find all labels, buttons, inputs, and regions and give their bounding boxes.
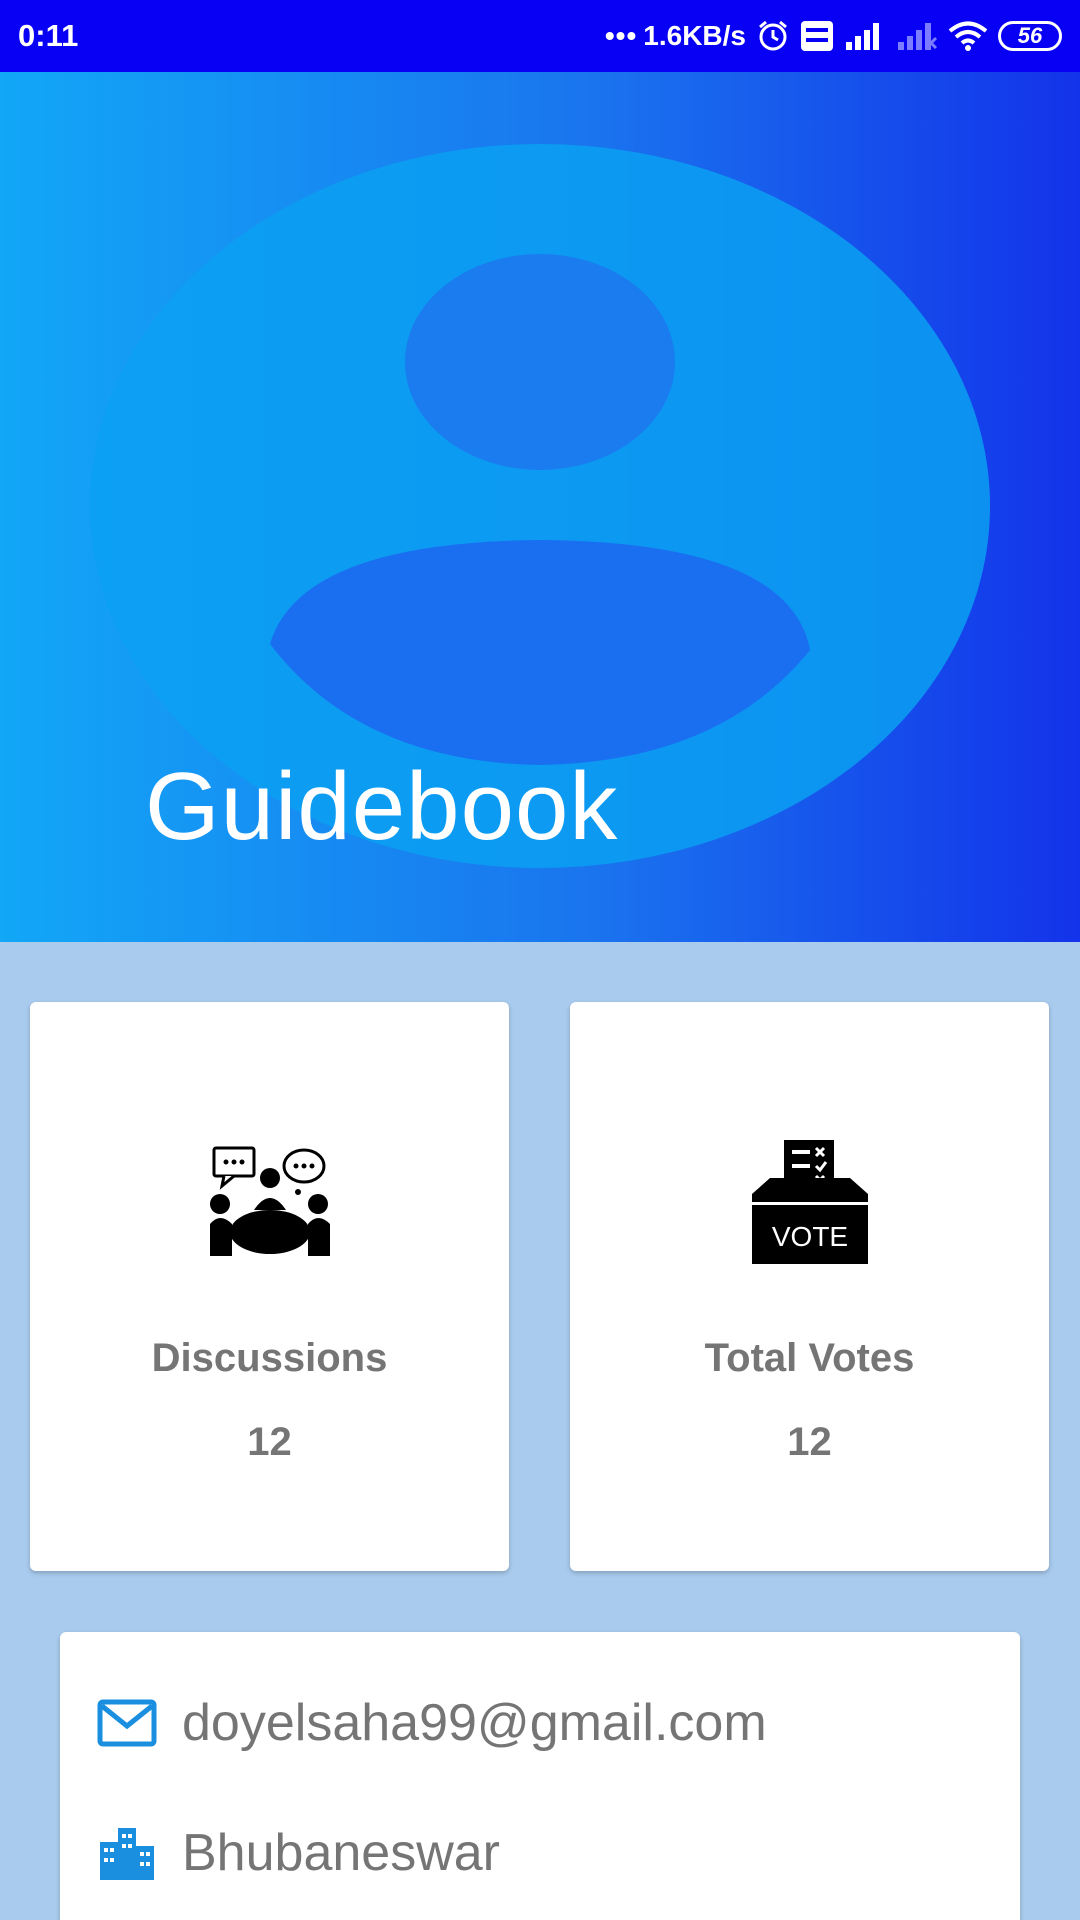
status-bar: 0:11 ••• 1.6KB/s 56: [0, 0, 1080, 72]
profile-header: Guidebook: [0, 72, 1080, 942]
status-indicators: ••• 1.6KB/s 56: [605, 19, 1062, 53]
ballot-box-icon: VOTE: [751, 1140, 868, 1264]
profile-info-card: doyelsaha99@gmail.com Bhubaneswar: [60, 1632, 1020, 1920]
city-icon: [100, 1828, 154, 1880]
status-time: 0:11: [18, 18, 79, 53]
discussion-meeting-icon: [209, 1146, 330, 1256]
network-speed: ••• 1.6KB/s: [605, 20, 746, 52]
page-title: Guidebook: [145, 753, 619, 860]
city-text: Bhubaneswar: [182, 1824, 500, 1882]
more-dots-icon: •••: [604, 20, 638, 51]
signal-icon: [846, 23, 879, 50]
city-row[interactable]: Bhubaneswar: [96, 1822, 500, 1884]
battery-level: 56: [1017, 23, 1043, 48]
total-votes-label: Total Votes: [704, 1336, 915, 1380]
discussions-label: Discussions: [151, 1336, 388, 1380]
discussions-count: 12: [247, 1420, 292, 1464]
alarm-icon: [759, 20, 787, 51]
battery-indicator: 56: [998, 21, 1062, 51]
signal-no-service-icon: [898, 23, 938, 50]
discussions-card[interactable]: Discussions 12: [30, 1002, 509, 1571]
vote-icon-text: VOTE: [771, 1221, 847, 1252]
wifi-icon: [948, 21, 988, 51]
email-text: doyelsaha99@gmail.com: [182, 1694, 767, 1752]
total-votes-card[interactable]: VOTE Total Votes 12: [570, 1002, 1049, 1571]
total-votes-count: 12: [787, 1420, 832, 1464]
network-speed-text: 1.6KB/s: [643, 20, 746, 51]
mail-icon: [97, 1699, 157, 1747]
email-row[interactable]: doyelsaha99@gmail.com: [96, 1692, 767, 1754]
volte-icon: [801, 21, 833, 51]
